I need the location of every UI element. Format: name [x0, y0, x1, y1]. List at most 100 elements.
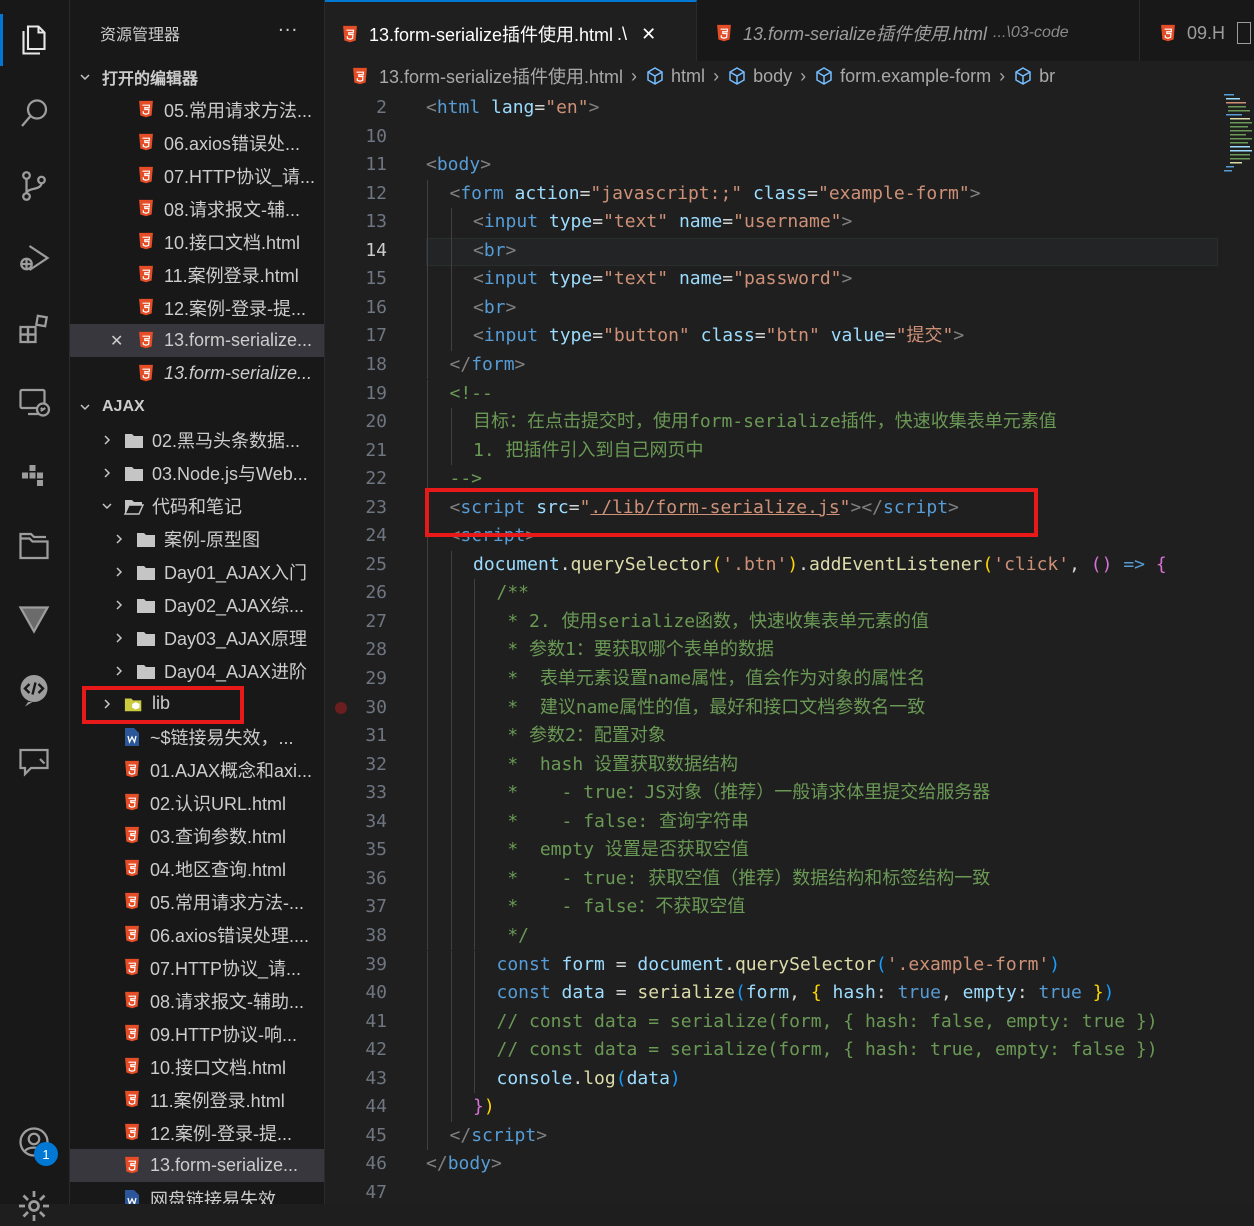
code-line[interactable]: 13 <input type="text" name="username"> — [325, 208, 1225, 236]
file-item[interactable]: 10.接口文档.html — [70, 1050, 324, 1083]
split-editor-icon[interactable] — [1237, 22, 1251, 44]
ajax-section[interactable]: AJAX — [70, 390, 324, 423]
file-item[interactable]: 06.axios错误处理.... — [70, 918, 324, 951]
code-line[interactable]: 10 — [325, 123, 1225, 151]
open-editor-item[interactable]: 05.常用请求方法... — [70, 93, 324, 126]
chevron-right-icon[interactable] — [112, 665, 126, 677]
code-line[interactable]: 2 <html lang="en"> — [325, 94, 1225, 122]
open-editor-item[interactable]: 07.HTTP协议_请... — [70, 159, 324, 192]
file-item[interactable]: 12.案例-登录-提... — [70, 1116, 324, 1149]
code-line[interactable]: 38 */ — [325, 922, 1225, 950]
file-item[interactable]: ~$链接易失效，... — [70, 720, 324, 753]
chevron-right-icon[interactable] — [112, 632, 126, 644]
folder-item[interactable]: Day01_AJAX入门 — [70, 555, 324, 588]
file-item[interactable]: 01.AJAX概念和axi... — [70, 753, 324, 786]
code-line[interactable]: 21 1. 把插件引入到自己网页中 — [325, 437, 1225, 465]
folder-item[interactable]: 案例-原型图 — [70, 522, 324, 555]
open-editors-section[interactable]: 打开的编辑器 — [70, 60, 324, 93]
code-line[interactable]: 33 * - true：JS对象（推荐）一般请求体里提交给服务器 — [325, 779, 1225, 807]
close-icon[interactable]: ✕ — [110, 331, 123, 351]
open-editor-item[interactable]: 06.axios错误处... — [70, 126, 324, 159]
chevron-right-icon[interactable] — [112, 599, 126, 611]
code-line[interactable]: 25 document.querySelector('.btn').addEven… — [325, 551, 1225, 579]
folder-item[interactable]: Day03_AJAX原理 — [70, 621, 324, 654]
project-manager-icon[interactable] — [14, 526, 54, 566]
code-line[interactable]: 35 * empty 设置是否获取空值 — [325, 836, 1225, 864]
code-line[interactable]: 32 * hash 设置获取数据结构 — [325, 751, 1225, 779]
code-line[interactable]: 26 /** — [325, 579, 1225, 607]
open-editor-item[interactable]: 11.案例登录.html — [70, 258, 324, 291]
open-editor-item[interactable]: 10.接口文档.html — [70, 225, 324, 258]
code-line[interactable]: 16 <br> — [325, 294, 1225, 322]
folder-item[interactable]: Day04_AJAX进阶 — [70, 654, 324, 687]
chevron-right-icon[interactable] — [112, 566, 126, 578]
file-item[interactable]: 网盘链接易失效... — [70, 1182, 324, 1204]
file-item[interactable]: 07.HTTP协议_请... — [70, 951, 324, 984]
code-line[interactable]: 18 </form> — [325, 351, 1225, 379]
code-line[interactable]: 12 <form action="javascript:;" class="exa… — [325, 180, 1225, 208]
chevron-right-icon[interactable] — [100, 467, 114, 479]
code-line[interactable]: 17 <input type="button" class="btn" value… — [325, 322, 1225, 350]
run-debug-icon[interactable] — [14, 238, 54, 278]
file-item[interactable]: 03.查询参数.html — [70, 819, 324, 852]
breadcrumb-html[interactable]: › html — [623, 66, 705, 87]
code-line[interactable]: 27 * 2. 使用serialize函数，快速收集表单元素的值 — [325, 608, 1225, 636]
remote-explorer-icon[interactable] — [14, 382, 54, 422]
code-line[interactable]: 34 * - false: 查询字符串 — [325, 808, 1225, 836]
code-line[interactable]: 11 <body> — [325, 151, 1225, 179]
code-line[interactable]: 31 * 参数2：配置对象 — [325, 722, 1225, 750]
code-line[interactable]: 14 <br> — [325, 237, 1225, 265]
open-editor-item[interactable]: 12.案例-登录-提... — [70, 291, 324, 324]
tab-13-form-serialize-03-code[interactable]: 13.form-serialize插件使用.html ...\03-code — [697, 0, 1140, 66]
chevron-right-icon[interactable] — [100, 434, 114, 446]
explorer-icon[interactable] — [14, 20, 54, 60]
folder-item[interactable]: 02.黑马头条数据... — [70, 423, 324, 456]
live-share-icon[interactable] — [14, 670, 54, 710]
code-line[interactable]: 30 * 建议name属性的值，最好和接口文档参数名一致 — [325, 694, 1225, 722]
open-editor-item[interactable]: 08.请求报文-辅... — [70, 192, 324, 225]
chevron-down-icon[interactable] — [100, 500, 114, 512]
breadcrumb-body[interactable]: › body — [705, 66, 792, 87]
extensions-icon[interactable] — [14, 310, 54, 350]
code-line[interactable]: 46 </body> — [325, 1150, 1225, 1178]
code-line[interactable]: 43 console.log(data) — [325, 1065, 1225, 1093]
folder-item-open[interactable]: 代码和笔记 — [70, 489, 324, 522]
file-item[interactable]: 04.地区查询.html — [70, 852, 324, 885]
code-line[interactable]: 20 目标：在点击提交时，使用form-serialize插件，快速收集表单元素值 — [325, 408, 1225, 436]
code-line[interactable]: 47 — [325, 1179, 1225, 1204]
manage-gear-icon[interactable] — [14, 1186, 54, 1226]
file-item[interactable]: 08.请求报文-辅助... — [70, 984, 324, 1017]
file-item[interactable]: 11.案例登录.html — [70, 1083, 324, 1116]
source-control-icon[interactable] — [14, 166, 54, 206]
code-line[interactable]: 29 * 表单元素设置name属性，值会作为对象的属性名 — [325, 665, 1225, 693]
code-editor[interactable]: 2 <html lang="en"> 10 11 <body> 12 <form actio… — [325, 92, 1254, 1204]
chevron-down-icon[interactable] — [78, 401, 92, 413]
code-line[interactable]: 19 <!-- — [325, 380, 1225, 408]
chat-icon[interactable] — [14, 742, 54, 782]
code-line[interactable]: 15 <input type="text" name="password"> — [325, 265, 1225, 293]
code-line[interactable]: 42 // const data = serialize(form, { hash… — [325, 1036, 1225, 1064]
file-item[interactable]: 05.常用请求方法-... — [70, 885, 324, 918]
folder-item[interactable]: 03.Node.js与Web... — [70, 456, 324, 489]
docker-icon[interactable] — [14, 454, 54, 494]
search-icon[interactable] — [14, 94, 54, 134]
file-item[interactable]: 13.form-serialize... — [70, 1149, 324, 1182]
breadcrumb-file[interactable]: 13.form-serialize插件使用.html — [351, 63, 623, 89]
file-item[interactable]: 09.HTTP协议-响... — [70, 1017, 324, 1050]
code-line[interactable]: 39 const form = document.querySelector('.… — [325, 951, 1225, 979]
breadcrumb-br[interactable]: › br — [991, 66, 1055, 87]
file-item[interactable]: 02.认识URL.html — [70, 786, 324, 819]
code-line[interactable]: 28 * 参数1：要获取哪个表单的数据 — [325, 636, 1225, 664]
open-editor-item[interactable]: ✕ 13.form-serialize... — [70, 324, 324, 357]
code-line[interactable]: 40 const data = serialize(form, { hash: t… — [325, 979, 1225, 1007]
code-line[interactable]: 37 * - false：不获取空值 — [325, 893, 1225, 921]
code-line[interactable]: 41 // const data = serialize(form, { hash… — [325, 1008, 1225, 1036]
code-line[interactable]: 36 * - true: 获取空值（推荐）数据结构和标签结构一致 — [325, 865, 1225, 893]
breadcrumb-form[interactable]: › form.example-form — [792, 66, 991, 87]
folder-item[interactable]: Day02_AJAX综... — [70, 588, 324, 621]
code-line[interactable]: 45 </script> — [325, 1122, 1225, 1150]
minimap[interactable] — [1222, 92, 1254, 212]
open-editor-item[interactable]: 13.form-serialize... — [70, 357, 324, 390]
chevron-right-icon[interactable] — [112, 533, 126, 545]
tab-13-form-serialize[interactable]: 13.form-serialize插件使用.html .\ ✕ — [325, 0, 697, 66]
